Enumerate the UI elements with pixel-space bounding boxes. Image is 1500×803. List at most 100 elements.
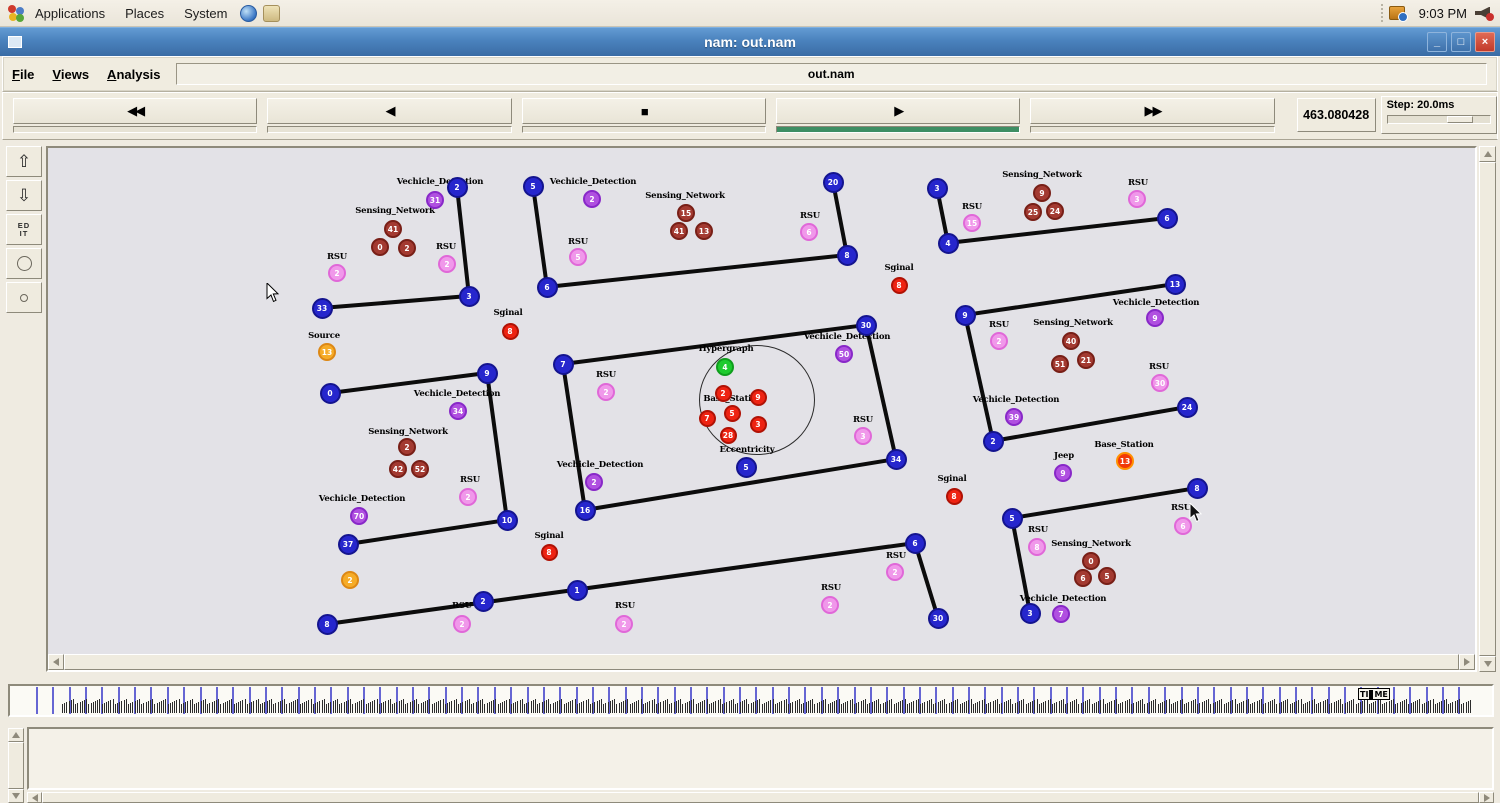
network-node[interactable]: 24: [1046, 202, 1064, 220]
network-node[interactable]: 52: [411, 460, 429, 478]
network-node[interactable]: 5: [523, 176, 544, 197]
network-node[interactable]: 8: [946, 488, 963, 505]
places-menu[interactable]: Places: [115, 0, 174, 27]
network-node[interactable]: 41: [384, 220, 402, 238]
network-node[interactable]: 13: [1165, 274, 1186, 295]
network-node[interactable]: 5: [1002, 508, 1023, 529]
web-browser-icon[interactable]: [240, 5, 257, 22]
network-node[interactable]: 28: [720, 427, 737, 444]
network-node[interactable]: 21: [1077, 351, 1095, 369]
big-node-tool-button[interactable]: [6, 248, 42, 279]
network-node[interactable]: 70: [350, 507, 368, 525]
network-node[interactable]: 25: [1024, 203, 1042, 221]
network-node[interactable]: 9: [477, 363, 498, 384]
annotation-hscroll-thumb[interactable]: [42, 792, 1479, 803]
network-node[interactable]: 34: [449, 402, 467, 420]
canvas-horizontal-scrollbar[interactable]: [48, 654, 1475, 670]
time-slider-handle[interactable]: TI ME: [1358, 688, 1390, 700]
small-node-tool-button[interactable]: [6, 282, 42, 313]
canvas-vscroll-thumb[interactable]: [1479, 162, 1496, 656]
network-node[interactable]: 9: [750, 389, 767, 406]
network-node[interactable]: 15: [963, 214, 981, 232]
network-node[interactable]: 5: [569, 248, 587, 266]
network-node[interactable]: 15: [677, 204, 695, 222]
annotation-scroll-left-button[interactable]: [27, 792, 42, 803]
system-menu[interactable]: System: [174, 0, 237, 27]
network-node[interactable]: 3: [750, 416, 767, 433]
network-node[interactable]: 50: [835, 345, 853, 363]
menu-file[interactable]: File: [3, 63, 43, 86]
annotation-vscroll-thumb[interactable]: [8, 742, 24, 789]
zoom-out-button[interactable]: ⇩: [6, 180, 42, 211]
network-node[interactable]: 4: [938, 233, 959, 254]
network-node[interactable]: 2: [341, 571, 359, 589]
network-node[interactable]: 2: [459, 488, 477, 506]
network-node[interactable]: 8: [317, 614, 338, 635]
network-node[interactable]: 37: [338, 534, 359, 555]
network-node[interactable]: 2: [473, 591, 494, 612]
network-node[interactable]: 8: [891, 277, 908, 294]
network-node[interactable]: 0: [1082, 552, 1100, 570]
annotation-vertical-scrollbar[interactable]: [8, 728, 24, 803]
clock[interactable]: 9:03 PM: [1419, 6, 1467, 21]
network-node[interactable]: 9: [1054, 464, 1072, 482]
network-node[interactable]: 2: [328, 264, 346, 282]
network-node[interactable]: 40: [1062, 332, 1080, 350]
network-node[interactable]: 13: [695, 222, 713, 240]
window-titlebar[interactable]: nam: out.nam _ □ ×: [0, 27, 1500, 56]
annotation-scroll-down-button[interactable]: [8, 789, 24, 803]
network-node[interactable]: 2: [585, 473, 603, 491]
scroll-right-button[interactable]: [1459, 654, 1475, 670]
network-node[interactable]: 2: [447, 177, 468, 198]
network-node[interactable]: 7: [553, 354, 574, 375]
network-node[interactable]: 2: [715, 385, 732, 402]
network-node[interactable]: 8: [541, 544, 558, 561]
rewind-button[interactable]: ◀◀: [13, 98, 257, 133]
timeline-strip[interactable]: [10, 686, 1492, 715]
network-node[interactable]: 10: [497, 510, 518, 531]
network-node[interactable]: 24: [1177, 397, 1198, 418]
network-node[interactable]: 2: [886, 563, 904, 581]
network-node[interactable]: 33: [312, 298, 333, 319]
network-node[interactable]: 34: [886, 449, 907, 470]
network-node[interactable]: 3: [854, 427, 872, 445]
annotation-scroll-up-button[interactable]: [8, 728, 24, 742]
help-icon[interactable]: [263, 5, 280, 22]
network-node[interactable]: 6: [1074, 569, 1092, 587]
minimize-button[interactable]: _: [1427, 32, 1447, 52]
network-node[interactable]: 8: [837, 245, 858, 266]
network-node[interactable]: 30: [1151, 374, 1169, 392]
update-notifier-icon[interactable]: [1389, 6, 1405, 20]
timeline[interactable]: TI ME: [8, 684, 1494, 717]
network-node[interactable]: 9: [1033, 184, 1051, 202]
network-node[interactable]: 0: [320, 383, 341, 404]
network-node[interactable]: 5: [1098, 567, 1116, 585]
network-node[interactable]: 2: [821, 596, 839, 614]
network-node[interactable]: 6: [1157, 208, 1178, 229]
network-node[interactable]: 2: [398, 438, 416, 456]
applications-menu[interactable]: Applications: [25, 0, 115, 27]
network-node[interactable]: 2: [615, 615, 633, 633]
scroll-up-button[interactable]: [1479, 146, 1496, 162]
back-button[interactable]: ◀: [267, 98, 511, 133]
close-button[interactable]: ×: [1475, 32, 1495, 52]
network-node[interactable]: 8: [1187, 478, 1208, 499]
menu-views[interactable]: Views: [43, 63, 98, 86]
maximize-button[interactable]: □: [1451, 32, 1471, 52]
network-node[interactable]: 2: [583, 190, 601, 208]
network-node[interactable]: 51: [1051, 355, 1069, 373]
network-node[interactable]: 2: [983, 431, 1004, 452]
network-node[interactable]: 8: [1028, 538, 1046, 556]
network-node[interactable]: 8: [502, 323, 519, 340]
network-node[interactable]: 41: [670, 222, 688, 240]
network-node[interactable]: 6: [800, 223, 818, 241]
network-node[interactable]: 30: [856, 315, 877, 336]
network-node[interactable]: 2: [453, 615, 471, 633]
step-slider[interactable]: [1387, 115, 1491, 124]
play-button[interactable]: ▶: [776, 98, 1020, 133]
network-node[interactable]: 42: [389, 460, 407, 478]
annotation-horizontal-scrollbar[interactable]: [27, 792, 1494, 803]
network-node[interactable]: 5: [736, 457, 757, 478]
scroll-down-button[interactable]: [1479, 656, 1496, 672]
network-node[interactable]: 3: [459, 286, 480, 307]
